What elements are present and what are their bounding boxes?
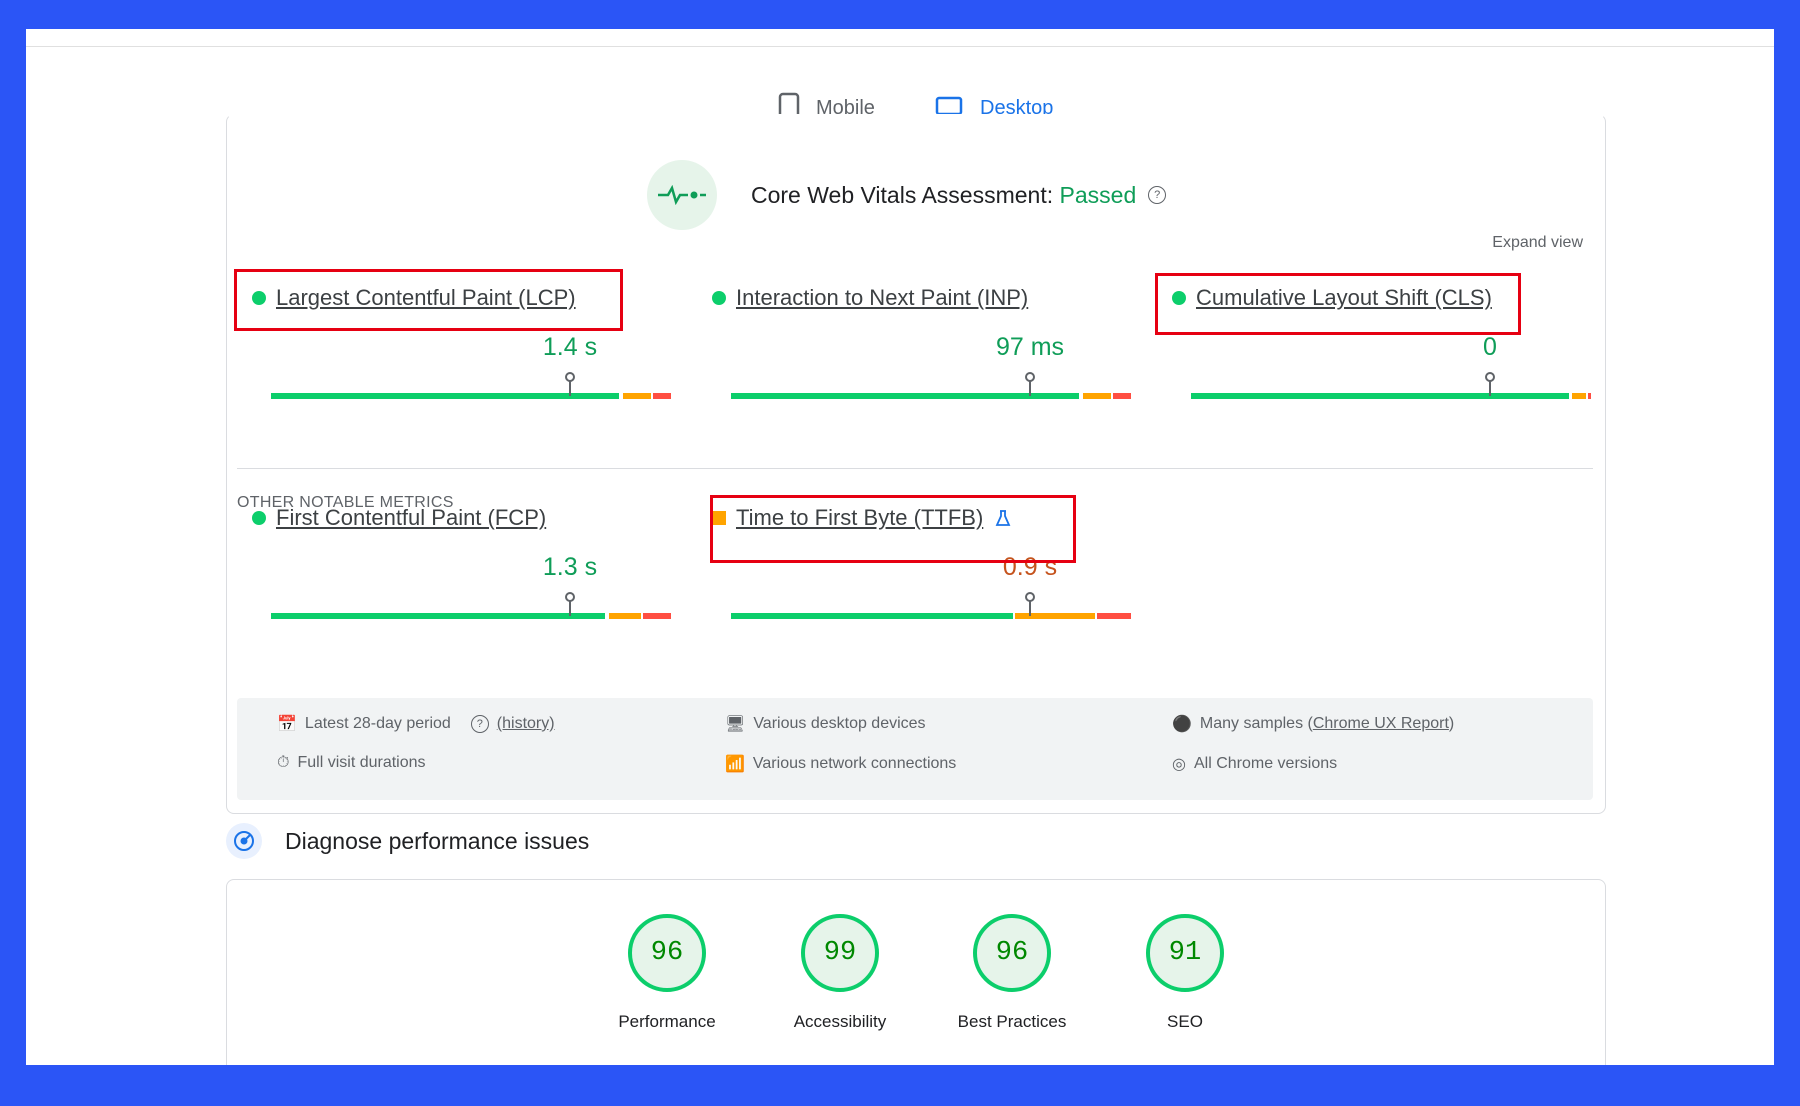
metric-lcp-value: 1.4 s	[542, 333, 598, 361]
history-link[interactable]: (history)	[497, 715, 555, 733]
score-gauge: 91	[1146, 914, 1224, 992]
info-devices: 🖥 Various desktop devices	[725, 714, 926, 734]
bar-good-segment	[731, 613, 1013, 619]
info-period-text: Latest 28-day period	[304, 715, 451, 732]
metric-inp-label: Interaction to Next Paint (INP)	[736, 285, 1029, 310]
wifi-icon: 📶	[725, 756, 745, 773]
highlight-box-cls	[1155, 273, 1521, 335]
diagnose-title: Diagnose performance issues	[285, 827, 590, 854]
metric-fcp-title[interactable]: First Contentful Paint (FCP)	[252, 505, 546, 531]
bar-poor-segment	[1588, 393, 1591, 399]
devices-icon: 🖥	[725, 716, 746, 733]
top-divider	[26, 46, 1774, 47]
info-devices-text: Various desktop devices	[753, 715, 926, 732]
info-network-text: Various network connections	[752, 755, 957, 772]
data-info-panel: 📅 Latest 28-day period ? (history) ⏱ Ful…	[237, 698, 1593, 800]
good-dot-icon	[252, 511, 266, 525]
highlight-box-lcp	[234, 269, 623, 331]
metric-fcp-distribution	[271, 592, 671, 619]
info-chrome-text: All Chrome versions	[1193, 755, 1338, 772]
score-performance[interactable]: 96 Performance	[597, 914, 737, 1032]
bar-poor-segment	[1097, 613, 1131, 619]
assessment-title-text: Core Web Vitals Assessment:	[751, 181, 1054, 208]
diagnose-header: Diagnose performance issues	[226, 819, 589, 863]
metric-fcp-value: 1.3 s	[542, 553, 598, 581]
bar-poor-segment	[653, 393, 671, 399]
bar-average-segment	[609, 613, 641, 619]
help-icon[interactable]: ?	[470, 715, 489, 733]
metric-inp-value: 97 ms	[995, 333, 1065, 361]
good-dot-icon	[712, 291, 726, 305]
help-icon[interactable]: ?	[1148, 186, 1167, 204]
assessment-header: Core Web Vitals Assessment: Passed ?	[647, 160, 1167, 230]
score-label: SEO	[1167, 1012, 1203, 1031]
bar-average-segment	[1015, 613, 1095, 619]
pagespeed-panel: Mobile Desktop Core Web Vitals Assessmen…	[26, 29, 1774, 1065]
bar-good-segment	[271, 393, 619, 399]
samples-suffix: )	[1448, 715, 1455, 732]
samples-icon: ⚫	[1172, 716, 1192, 733]
pulse-icon	[647, 160, 717, 230]
score-gauge: 96	[973, 914, 1051, 992]
metric-cls-value: 0	[1483, 333, 1497, 361]
bar-good-segment	[731, 393, 1079, 399]
metric-lcp-distribution	[271, 372, 671, 399]
score-label: Best Practices	[957, 1012, 1067, 1031]
score-gauge: 96	[628, 914, 706, 992]
bar-good-segment	[1191, 393, 1569, 399]
blue-frame: Mobile Desktop Core Web Vitals Assessmen…	[0, 0, 1800, 1106]
samples-prefix: Many samples (	[1199, 715, 1313, 732]
bar-marker	[565, 592, 575, 616]
bar-marker	[1025, 592, 1035, 616]
calendar-icon: 📅	[277, 716, 297, 733]
lighthouse-scores-card: 96 Performance 99 Accessibility 96 Best …	[226, 879, 1606, 1065]
score-best-practices[interactable]: 96 Best Practices	[942, 914, 1082, 1032]
bar-marker	[1485, 372, 1495, 396]
info-period: 📅 Latest 28-day period ? (history)	[277, 714, 555, 734]
expand-view-link[interactable]: Expand view	[1492, 234, 1583, 252]
bar-average-segment	[1572, 393, 1586, 399]
info-durations-text: Full visit durations	[297, 754, 426, 771]
chrome-ux-report-link[interactable]: Chrome UX Report	[1313, 715, 1449, 732]
bar-good-segment	[271, 613, 605, 619]
section-divider	[237, 468, 1593, 469]
info-durations: ⏱ Full visit durations	[277, 754, 426, 772]
score-gauge: 99	[801, 914, 879, 992]
info-samples: ⚫ Many samples (Chrome UX Report)	[1172, 714, 1454, 734]
bar-poor-segment	[1113, 393, 1131, 399]
timer-icon: ⏱	[277, 754, 290, 771]
assessment-status: Passed	[1059, 181, 1137, 208]
metric-inp-distribution	[731, 372, 1131, 399]
assessment-title: Core Web Vitals Assessment: Passed	[751, 182, 1136, 209]
metric-fcp: First Contentful Paint (FCP) 1.3 s	[252, 505, 671, 619]
info-samples-text: Many samples (Chrome UX Report)	[1200, 715, 1454, 733]
score-label: Accessibility	[793, 1012, 887, 1031]
core-web-vitals-card: Core Web Vitals Assessment: Passed ? Exp…	[226, 114, 1606, 814]
bar-average-segment	[623, 393, 651, 399]
chrome-icon: ◎	[1172, 756, 1186, 773]
metric-ttfb-distribution	[731, 592, 1131, 619]
score-label: Performance	[618, 1012, 716, 1031]
info-chrome: ◎ All Chrome versions	[1172, 754, 1337, 774]
score-seo[interactable]: 91 SEO	[1115, 914, 1255, 1032]
bar-marker	[565, 372, 575, 396]
diagnose-icon	[226, 823, 262, 859]
metric-inp-title[interactable]: Interaction to Next Paint (INP)	[712, 285, 1028, 311]
bar-poor-segment	[643, 613, 671, 619]
bar-marker	[1025, 372, 1035, 396]
highlight-box-ttfb	[710, 495, 1076, 563]
info-network: 📶 Various network connections	[725, 754, 956, 774]
bar-average-segment	[1083, 393, 1111, 399]
metric-fcp-label: First Contentful Paint (FCP)	[276, 505, 547, 530]
metric-cls-distribution	[1191, 372, 1591, 399]
metric-inp: Interaction to Next Paint (INP) 97 ms	[712, 285, 1131, 399]
score-accessibility[interactable]: 99 Accessibility	[770, 914, 910, 1032]
